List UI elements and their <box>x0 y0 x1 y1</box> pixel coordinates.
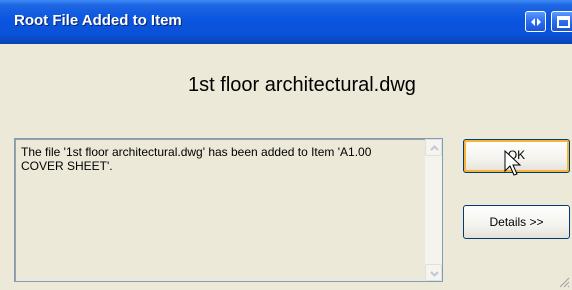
help-arrows-button[interactable] <box>525 11 546 32</box>
scroll-down-button[interactable] <box>425 264 442 281</box>
chevron-up-icon <box>430 145 439 151</box>
file-name-heading: 1st floor architectural.dwg <box>188 74 416 96</box>
help-arrows-icon <box>531 18 541 26</box>
restore-button[interactable] <box>551 11 572 32</box>
title-bar[interactable]: Root File Added to Item <box>0 0 572 44</box>
dialog-window: Root File Added to Item 1st floor archit… <box>0 0 572 290</box>
message-textbox[interactable]: The file '1st floor architectural.dwg' h… <box>14 138 443 282</box>
scroll-up-button[interactable] <box>425 139 442 156</box>
resize-grip-icon[interactable] <box>557 275 570 288</box>
chevron-down-icon <box>430 271 439 277</box>
message-text: The file '1st floor architectural.dwg' h… <box>21 145 372 173</box>
restore-icon <box>557 16 570 28</box>
window-title: Root File Added to Item <box>14 12 182 29</box>
vertical-scrollbar[interactable] <box>425 139 442 281</box>
details-button[interactable]: Details >> <box>463 205 570 239</box>
mouse-pointer-icon <box>504 150 522 176</box>
